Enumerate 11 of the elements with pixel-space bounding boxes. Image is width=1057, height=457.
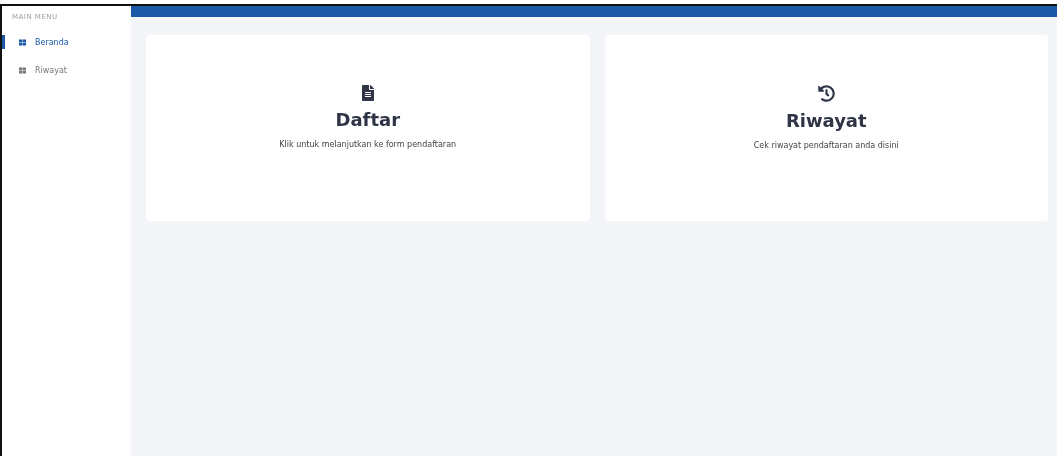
card-description: Klik untuk melanjutkan ke form pendaftaran [279, 140, 457, 149]
card-title: Daftar [335, 109, 400, 130]
sidebar-item[interactable]: Riwayat [2, 63, 131, 77]
document-icon [359, 85, 376, 101]
grid-icon [19, 38, 26, 46]
grid-icon [19, 66, 26, 74]
card-title: Riwayat [785, 110, 867, 131]
menu-card[interactable]: Riwayat Cek riwayat pendaftaran anda disini [604, 35, 1048, 221]
card-description: Cek riwayat pendaftaran anda disini [753, 141, 899, 150]
menu-card[interactable]: Daftar Klik untuk melanjutkan ke form pendaftaran [146, 35, 590, 221]
history-icon [817, 85, 835, 102]
